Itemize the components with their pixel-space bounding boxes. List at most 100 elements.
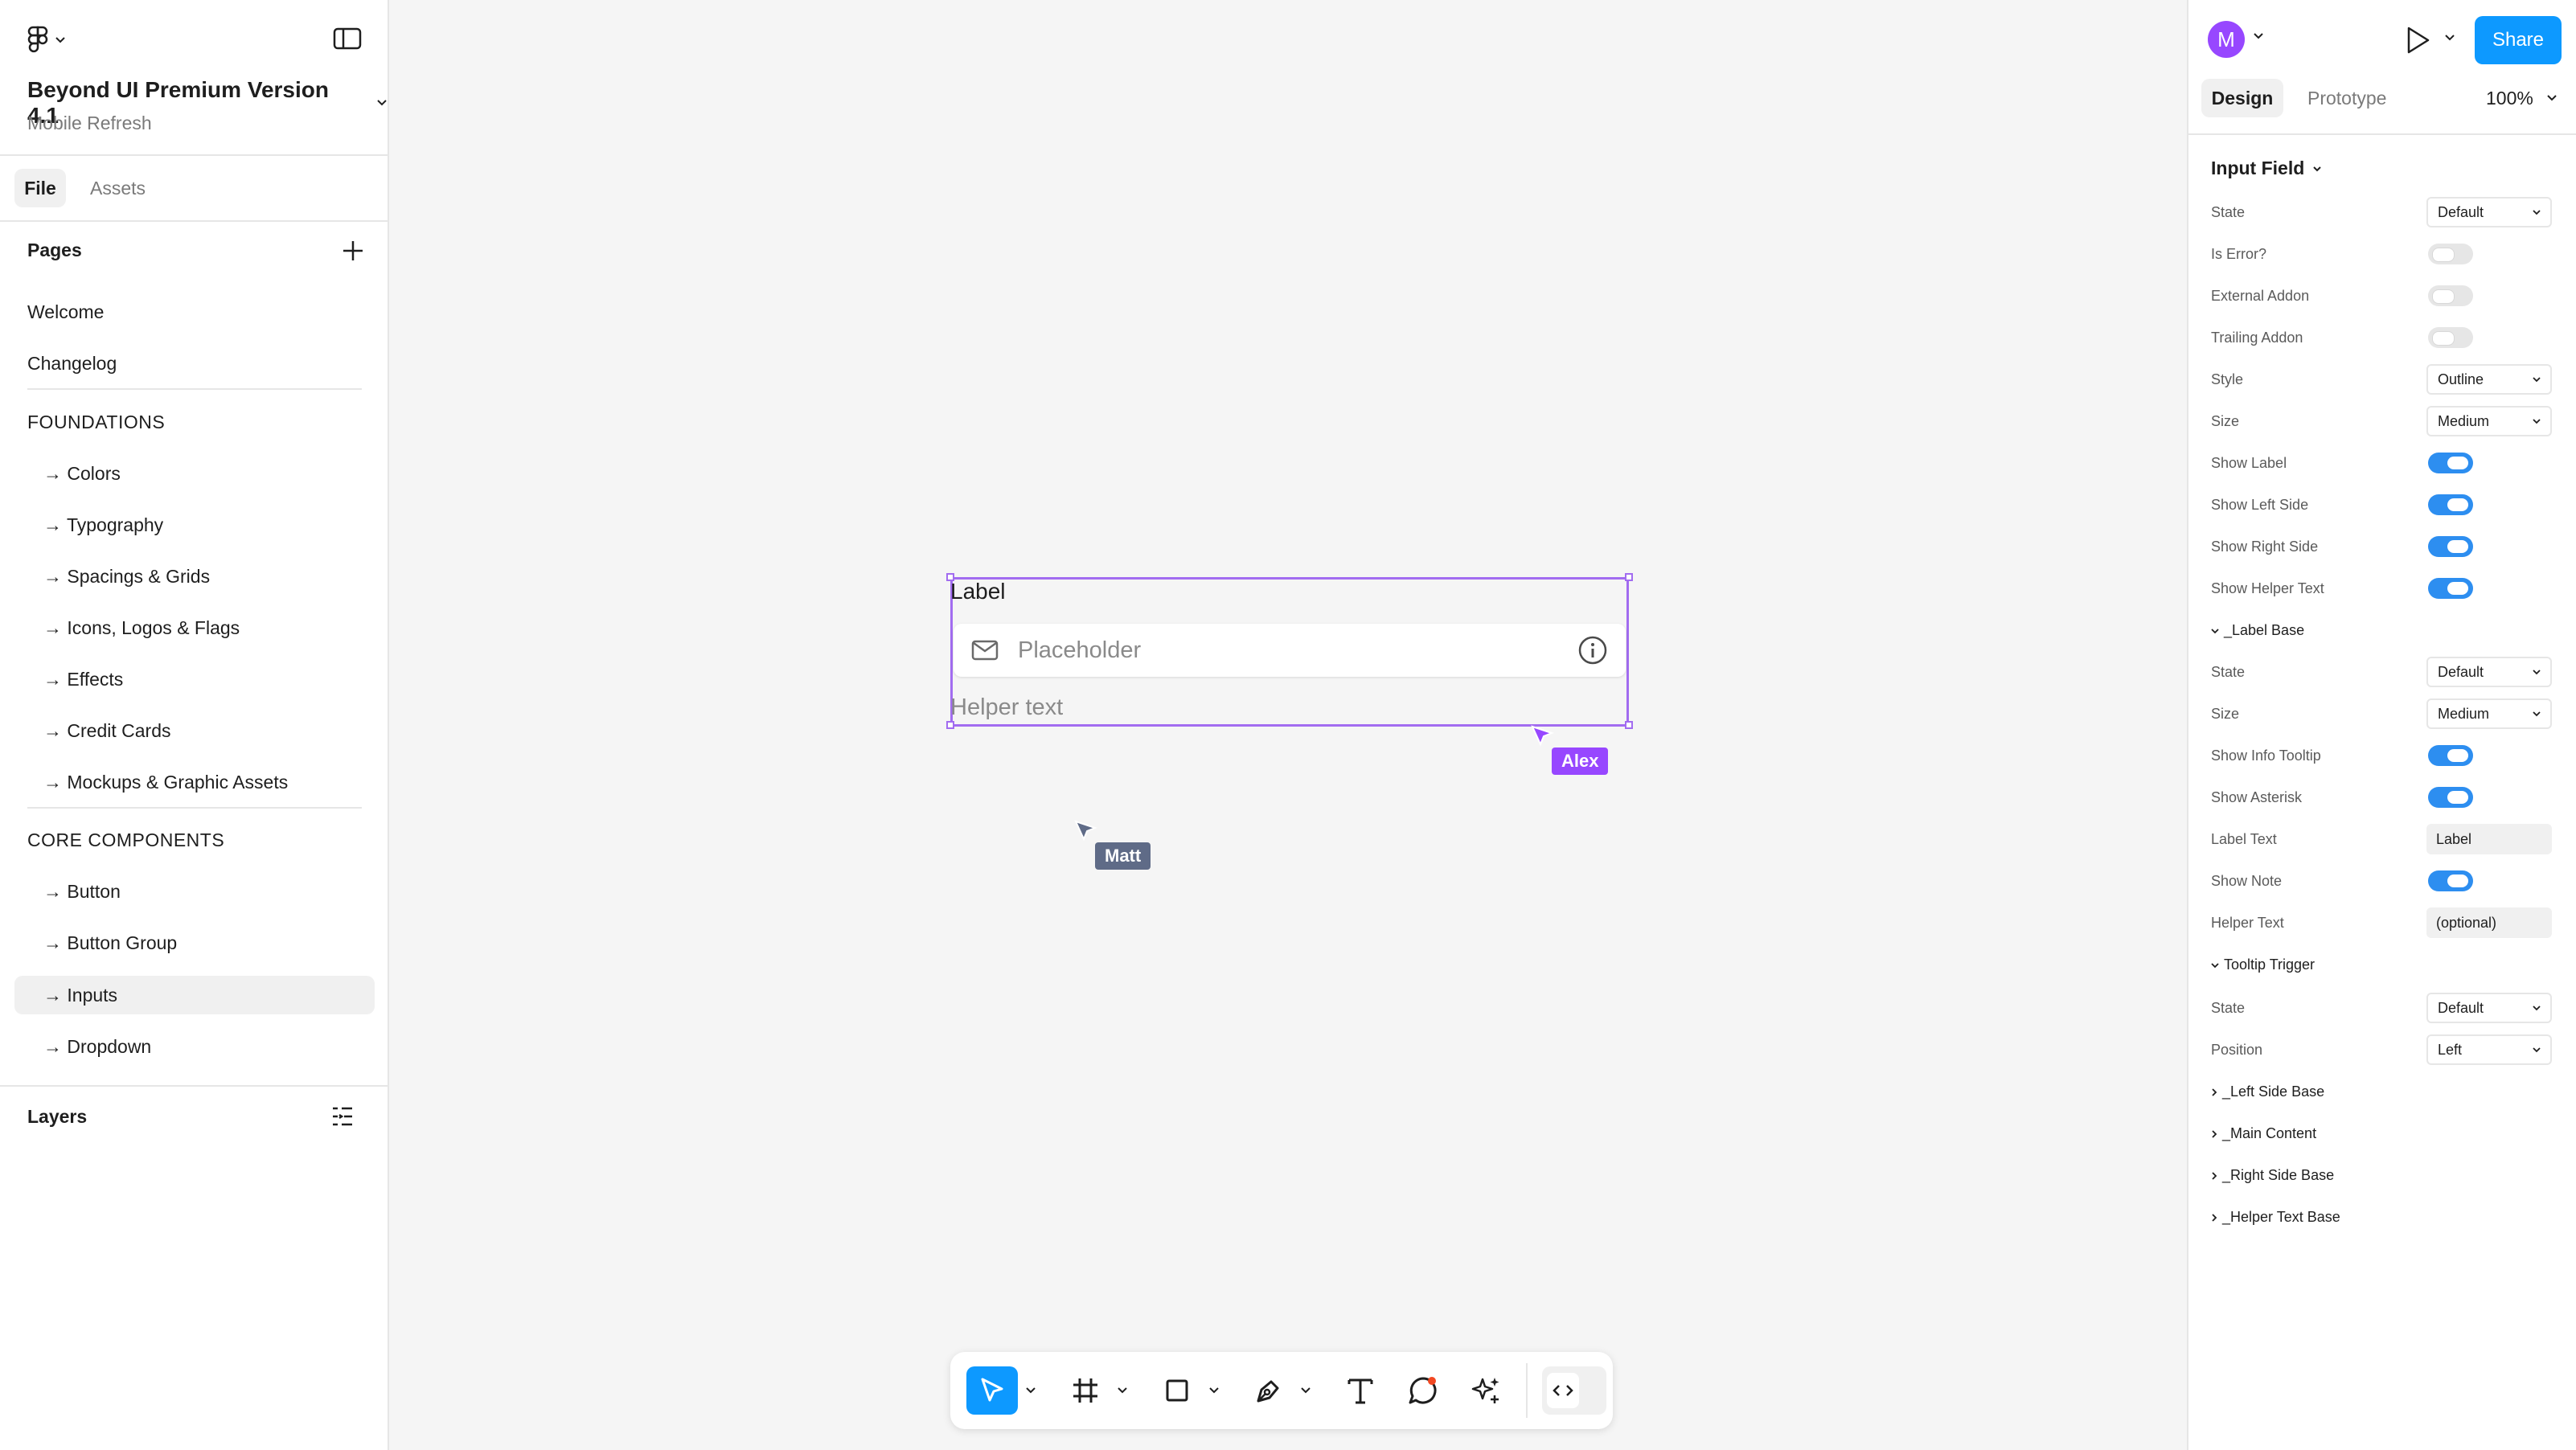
- state-dropdown[interactable]: Default: [2426, 197, 2552, 227]
- helper-text-input[interactable]: (optional): [2426, 907, 2552, 938]
- ai-tool-button[interactable]: [1460, 1366, 1512, 1415]
- page-item-changelog[interactable]: Changelog: [27, 344, 117, 383]
- pen-tool-menu-chevron-icon[interactable]: [1298, 1366, 1314, 1415]
- dropdown-value: Default: [2438, 999, 2484, 1016]
- chevron-down-icon: [2533, 209, 2541, 215]
- prop-label-show-note: Show Note: [2211, 873, 2283, 889]
- project-name[interactable]: Mobile Refresh: [27, 113, 152, 134]
- input-field-component[interactable]: Placeholder: [954, 624, 1626, 677]
- page-item-spacings[interactable]: → Spacings & Grids: [43, 557, 210, 596]
- group-helper-text-base[interactable]: _Helper Text Base: [2211, 1209, 2340, 1226]
- tooltip-state-dropdown[interactable]: Default: [2426, 993, 2552, 1023]
- canvas[interactable]: Label Placeholder Helper text Alex Matt: [389, 0, 2534, 1450]
- comment-tool-button[interactable]: [1397, 1366, 1449, 1415]
- chevron-down-icon: [2533, 711, 2541, 717]
- group-main-content-text: _Main Content: [2222, 1125, 2317, 1141]
- tooltip-position-dropdown[interactable]: Left: [2426, 1034, 2552, 1065]
- text-tool-button[interactable]: [1335, 1366, 1386, 1415]
- move-tool-button[interactable]: [966, 1366, 1018, 1415]
- group-main-content[interactable]: _Main Content: [2211, 1125, 2316, 1142]
- chevron-down-icon: [55, 36, 66, 44]
- dropdown-value: Outline: [2438, 371, 2484, 387]
- page-item-button[interactable]: → Button: [43, 872, 121, 911]
- zoom-level: 100%: [2486, 87, 2533, 109]
- frame-tool-menu-chevron-icon[interactable]: [1114, 1366, 1130, 1415]
- divider: [27, 388, 362, 390]
- pen-tool-button[interactable]: [1243, 1366, 1294, 1415]
- show-helper-text-toggle[interactable]: [2428, 578, 2473, 599]
- style-dropdown[interactable]: Outline: [2426, 364, 2552, 395]
- page-section-core-components[interactable]: CORE COMPONENTS: [27, 821, 224, 859]
- external-addon-toggle[interactable]: [2428, 285, 2473, 306]
- page-item-credit-cards[interactable]: → Credit Cards: [43, 711, 170, 750]
- prop-label-label-text: Label Text: [2211, 831, 2277, 847]
- resize-handle[interactable]: [1625, 721, 1633, 729]
- page-section-foundations[interactable]: FOUNDATIONS: [27, 403, 165, 441]
- shape-tool-button[interactable]: [1151, 1366, 1203, 1415]
- resize-handle[interactable]: [1625, 573, 1633, 581]
- prop-label-state: State: [2211, 1000, 2246, 1016]
- tab-assets[interactable]: Assets: [90, 169, 146, 207]
- resize-handle[interactable]: [946, 721, 954, 729]
- chevron-down-icon[interactable]: [2253, 32, 2264, 40]
- share-button[interactable]: Share: [2475, 16, 2562, 64]
- divider: [0, 220, 388, 222]
- page-item-icons[interactable]: → Icons, Logos & Flags: [43, 608, 240, 647]
- chevron-down-icon: [2533, 376, 2541, 383]
- move-tool-menu-chevron-icon[interactable]: [1023, 1366, 1039, 1415]
- cursor-pointer-icon: [1074, 820, 1098, 846]
- group-right-side-base-text: _Right Side Base: [2222, 1167, 2335, 1183]
- present-play-icon[interactable]: [2404, 26, 2431, 55]
- layers-menu-icon[interactable]: [331, 1106, 354, 1127]
- divider: [0, 1085, 388, 1087]
- chevron-down-icon[interactable]: [2444, 34, 2455, 42]
- show-info-tooltip-toggle[interactable]: [2428, 745, 2473, 766]
- chevron-down-icon: [2533, 1047, 2541, 1053]
- page-item-colors[interactable]: → Colors: [43, 454, 121, 493]
- cursor-pointer-icon: [1531, 725, 1555, 751]
- bottom-toolbar: [950, 1352, 1613, 1429]
- main-menu-button[interactable]: [27, 26, 66, 55]
- group-tooltip-trigger[interactable]: Tooltip Trigger: [2211, 956, 2315, 973]
- prop-label-size: Size: [2211, 413, 2240, 429]
- group-right-side-base[interactable]: _Right Side Base: [2211, 1167, 2334, 1184]
- tab-prototype[interactable]: Prototype: [2307, 79, 2386, 117]
- page-item-button-group[interactable]: → Button Group: [43, 924, 177, 962]
- show-note-toggle[interactable]: [2428, 870, 2473, 891]
- sidebar-toggle-icon[interactable]: [333, 27, 362, 50]
- add-page-icon[interactable]: [341, 239, 365, 263]
- figma-logo-icon: [27, 26, 48, 55]
- page-item-welcome[interactable]: Welcome: [27, 293, 104, 331]
- show-left-side-toggle[interactable]: [2428, 494, 2473, 515]
- size-dropdown[interactable]: Medium: [2426, 406, 2552, 436]
- label-text-input[interactable]: Label: [2426, 824, 2552, 854]
- frame-tool-button[interactable]: [1060, 1366, 1111, 1415]
- show-right-side-toggle[interactable]: [2428, 536, 2473, 557]
- dev-mode-toggle[interactable]: [1542, 1366, 1606, 1415]
- group-left-side-base[interactable]: _Left Side Base: [2211, 1083, 2324, 1100]
- show-asterisk-toggle[interactable]: [2428, 787, 2473, 808]
- label-base-size-dropdown[interactable]: Medium: [2426, 698, 2552, 729]
- zoom-dropdown[interactable]: 100%: [2486, 79, 2558, 117]
- page-item-inputs[interactable]: → Inputs: [43, 976, 117, 1014]
- tab-file[interactable]: File: [14, 169, 66, 207]
- chevron-right-icon: [2211, 1171, 2217, 1180]
- is-error-toggle[interactable]: [2428, 244, 2473, 264]
- trailing-addon-toggle[interactable]: [2428, 327, 2473, 348]
- right-panel: M Share Design Prototype 100% Input Fiel…: [2187, 0, 2576, 1450]
- page-item-typography[interactable]: → Typography: [43, 506, 163, 544]
- prop-label-show-helper-text: Show Helper Text: [2211, 580, 2324, 596]
- avatar[interactable]: M: [2208, 21, 2245, 58]
- page-item-mockups[interactable]: → Mockups & Graphic Assets: [43, 763, 288, 801]
- shape-tool-menu-chevron-icon[interactable]: [1206, 1366, 1222, 1415]
- show-label-toggle[interactable]: [2428, 453, 2473, 473]
- tab-design[interactable]: Design: [2201, 79, 2283, 117]
- group-label-base[interactable]: _Label Base: [2211, 622, 2304, 639]
- divider: [2188, 133, 2576, 135]
- chevron-right-icon: [2211, 1129, 2217, 1138]
- page-item-effects[interactable]: → Effects: [43, 660, 123, 698]
- component-name[interactable]: Input Field: [2211, 158, 2322, 179]
- label-base-state-dropdown[interactable]: Default: [2426, 657, 2552, 687]
- comment-bubble-icon: [1408, 1375, 1438, 1406]
- page-item-dropdown[interactable]: → Dropdown: [43, 1027, 151, 1066]
